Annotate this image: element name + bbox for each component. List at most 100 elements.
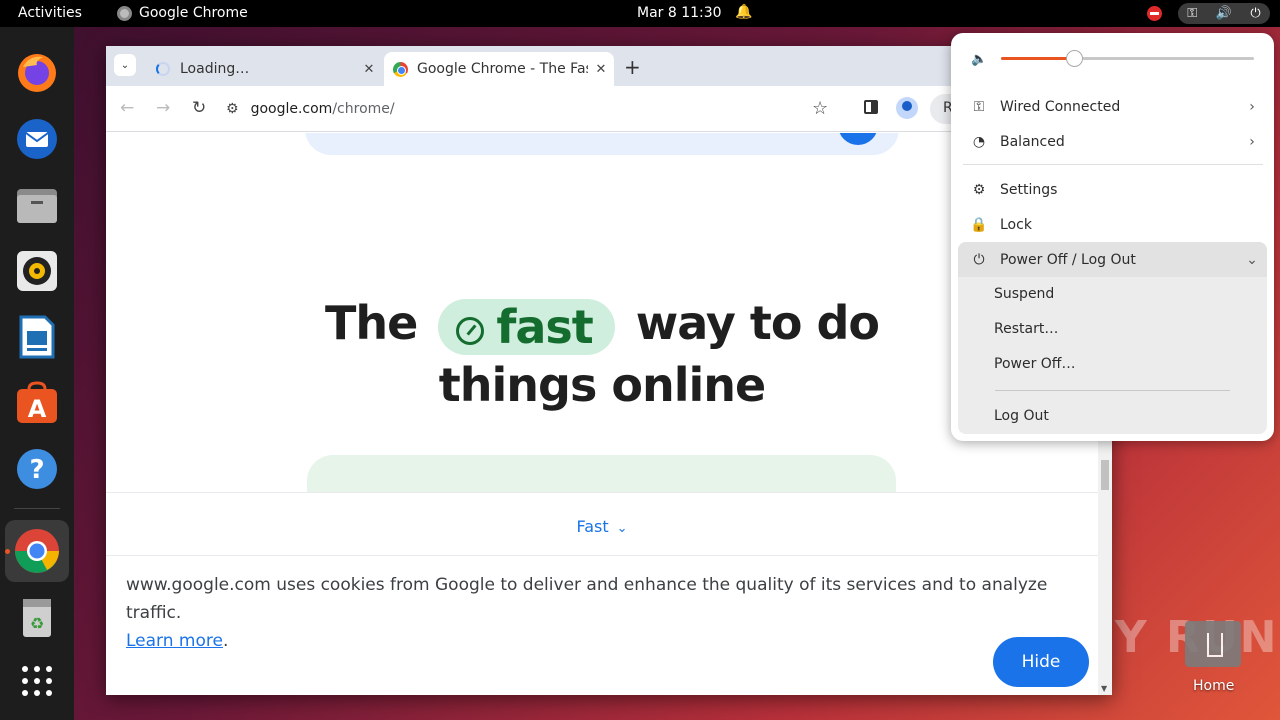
- menu-separator: [963, 164, 1263, 165]
- chevron-right-icon: ›: [1249, 98, 1255, 115]
- forward-arrow-icon[interactable]: →: [156, 98, 170, 118]
- tab-search-button[interactable]: ⌄: [114, 54, 136, 76]
- cookie-message: www.google.com uses cookies from Google …: [126, 575, 1048, 623]
- fast-chip-label: fast: [496, 299, 593, 354]
- firefox-icon[interactable]: [13, 49, 61, 97]
- headline-rest: way to do: [635, 296, 880, 350]
- gear-icon: ⚙: [972, 181, 986, 198]
- lock-label: Lock: [1000, 216, 1032, 233]
- scrollbar-thumb[interactable]: [1101, 460, 1109, 490]
- hide-cookie-button[interactable]: Hide: [993, 637, 1089, 687]
- activities-button[interactable]: Activities: [18, 5, 82, 21]
- chevron-right-icon: ›: [1249, 133, 1255, 150]
- home-folder-label[interactable]: Home: [1193, 678, 1234, 694]
- power-icon: ⏻: [1250, 6, 1261, 21]
- thunderbird-icon[interactable]: [13, 115, 61, 163]
- section-nav-label[interactable]: Fast: [576, 517, 608, 536]
- trash-icon[interactable]: ♻: [13, 593, 61, 641]
- system-menu: 🔈 ⚿ Wired Connected › ◔ Balanced › ⚙ Set…: [951, 33, 1274, 441]
- ubuntu-software-icon[interactable]: A: [13, 379, 61, 427]
- svg-text:A: A: [28, 395, 47, 423]
- power-mode-item[interactable]: ◔ Balanced ›: [958, 124, 1267, 159]
- cookie-period: .: [222, 631, 229, 651]
- url-path: /chrome/: [332, 101, 395, 117]
- lock-icon: 🔒: [970, 216, 988, 233]
- dock: A ? ♻: [0, 27, 74, 720]
- bookmark-star-icon[interactable]: ☆: [812, 98, 828, 119]
- volume-slider-fill: [1001, 57, 1075, 60]
- suspend-item[interactable]: Suspend: [994, 286, 1054, 302]
- clock[interactable]: Mar 8 11:30: [637, 5, 722, 21]
- show-applications-icon[interactable]: [13, 657, 61, 705]
- page-content: The fast way to do things online: [106, 133, 1098, 492]
- top-bar: Activities Google Chrome Mar 8 11:30 🔔 ⚿…: [0, 0, 1280, 27]
- chevron-down-icon[interactable]: ⌄: [617, 521, 628, 536]
- settings-item[interactable]: ⚙ Settings: [958, 172, 1267, 207]
- notification-bell-icon[interactable]: 🔔: [735, 4, 752, 20]
- app-name: Google Chrome: [139, 5, 248, 21]
- power-mode-icon: ◔: [972, 133, 986, 150]
- top-card: [305, 133, 899, 155]
- lock-item[interactable]: 🔒 Lock: [958, 207, 1267, 242]
- submenu-separator: [995, 390, 1230, 391]
- tab-title: Google Chrome - The Fas: [417, 61, 588, 77]
- chrome-icon: [117, 5, 132, 21]
- power-mode-label: Balanced: [1000, 133, 1065, 150]
- power-icon: ⏻: [973, 251, 985, 268]
- log-out-item[interactable]: Log Out: [994, 408, 1049, 424]
- address-bar[interactable]: ⚙ google.com/chrome/ ☆: [222, 92, 842, 126]
- settings-label: Settings: [1000, 181, 1058, 198]
- site-info-icon[interactable]: ⚙: [226, 101, 239, 117]
- headline-line2: things online: [438, 357, 766, 412]
- google-chrome-icon[interactable]: [13, 527, 61, 575]
- tab-title: Loading…: [180, 61, 250, 77]
- volume-slider-knob[interactable]: [1066, 50, 1084, 67]
- chevron-down-icon: ⌄: [1246, 251, 1258, 268]
- system-status-area[interactable]: ⚿ 🔊 ⏻: [1178, 3, 1270, 24]
- back-arrow-icon[interactable]: ←: [120, 98, 134, 118]
- running-indicator: [5, 549, 10, 554]
- new-tab-button[interactable]: +: [624, 55, 641, 79]
- svg-text:?: ?: [29, 455, 44, 485]
- power-off-logout-item[interactable]: ⏻ Power Off / Log Out ⌄: [958, 242, 1267, 277]
- chrome-favicon-icon: [393, 61, 408, 77]
- loading-spinner-icon: [156, 62, 170, 76]
- speedometer-icon: [456, 316, 485, 345]
- url-host: google.com: [250, 101, 333, 117]
- bottom-card: [307, 455, 896, 492]
- section-nav: Fast ⌄: [106, 492, 1098, 556]
- wired-connected-item[interactable]: ⚿ Wired Connected ›: [958, 89, 1267, 124]
- side-panel-icon[interactable]: [864, 100, 878, 114]
- profile-avatar-icon[interactable]: [896, 97, 918, 119]
- help-icon[interactable]: ?: [13, 445, 61, 493]
- volume-icon[interactable]: 🔈: [971, 52, 987, 67]
- wired-label: Wired Connected: [1000, 98, 1121, 115]
- tab-loading[interactable]: Loading… ✕: [146, 52, 382, 86]
- hero-headline: The fast way to do things online: [106, 293, 1098, 415]
- cookie-banner: www.google.com uses cookies from Google …: [106, 556, 1098, 695]
- volume-icon: 🔊: [1215, 6, 1232, 21]
- power-group-label: Power Off / Log Out: [1000, 251, 1136, 268]
- power-off-item[interactable]: Power Off…: [994, 356, 1075, 372]
- network-icon: ⚿: [1187, 6, 1198, 21]
- wired-network-icon: ⚿: [973, 98, 985, 115]
- learn-more-link[interactable]: Learn more: [126, 631, 223, 651]
- app-menu[interactable]: Google Chrome: [117, 5, 248, 21]
- volume-slider[interactable]: [1001, 50, 1254, 67]
- restart-item[interactable]: Restart…: [994, 321, 1058, 337]
- cookie-text-block: www.google.com uses cookies from Google …: [126, 571, 1086, 655]
- files-icon[interactable]: [13, 181, 61, 229]
- headline-the: The: [324, 296, 418, 350]
- dock-separator: [14, 508, 60, 509]
- close-tab-icon[interactable]: ✕: [588, 62, 614, 77]
- libreoffice-writer-icon[interactable]: [13, 313, 61, 361]
- fast-chip: fast: [438, 298, 615, 355]
- reload-icon[interactable]: ↻: [192, 98, 206, 118]
- svg-text:♻: ♻: [30, 614, 44, 633]
- home-folder-icon[interactable]: [1185, 621, 1241, 667]
- tab-active[interactable]: Google Chrome - The Fas ✕: [384, 52, 614, 86]
- rhythmbox-icon[interactable]: [13, 247, 61, 295]
- close-tab-icon[interactable]: ✕: [356, 62, 382, 77]
- scroll-down-arrow-icon[interactable]: ▼: [1101, 684, 1107, 693]
- recording-indicator-icon[interactable]: [1147, 6, 1162, 21]
